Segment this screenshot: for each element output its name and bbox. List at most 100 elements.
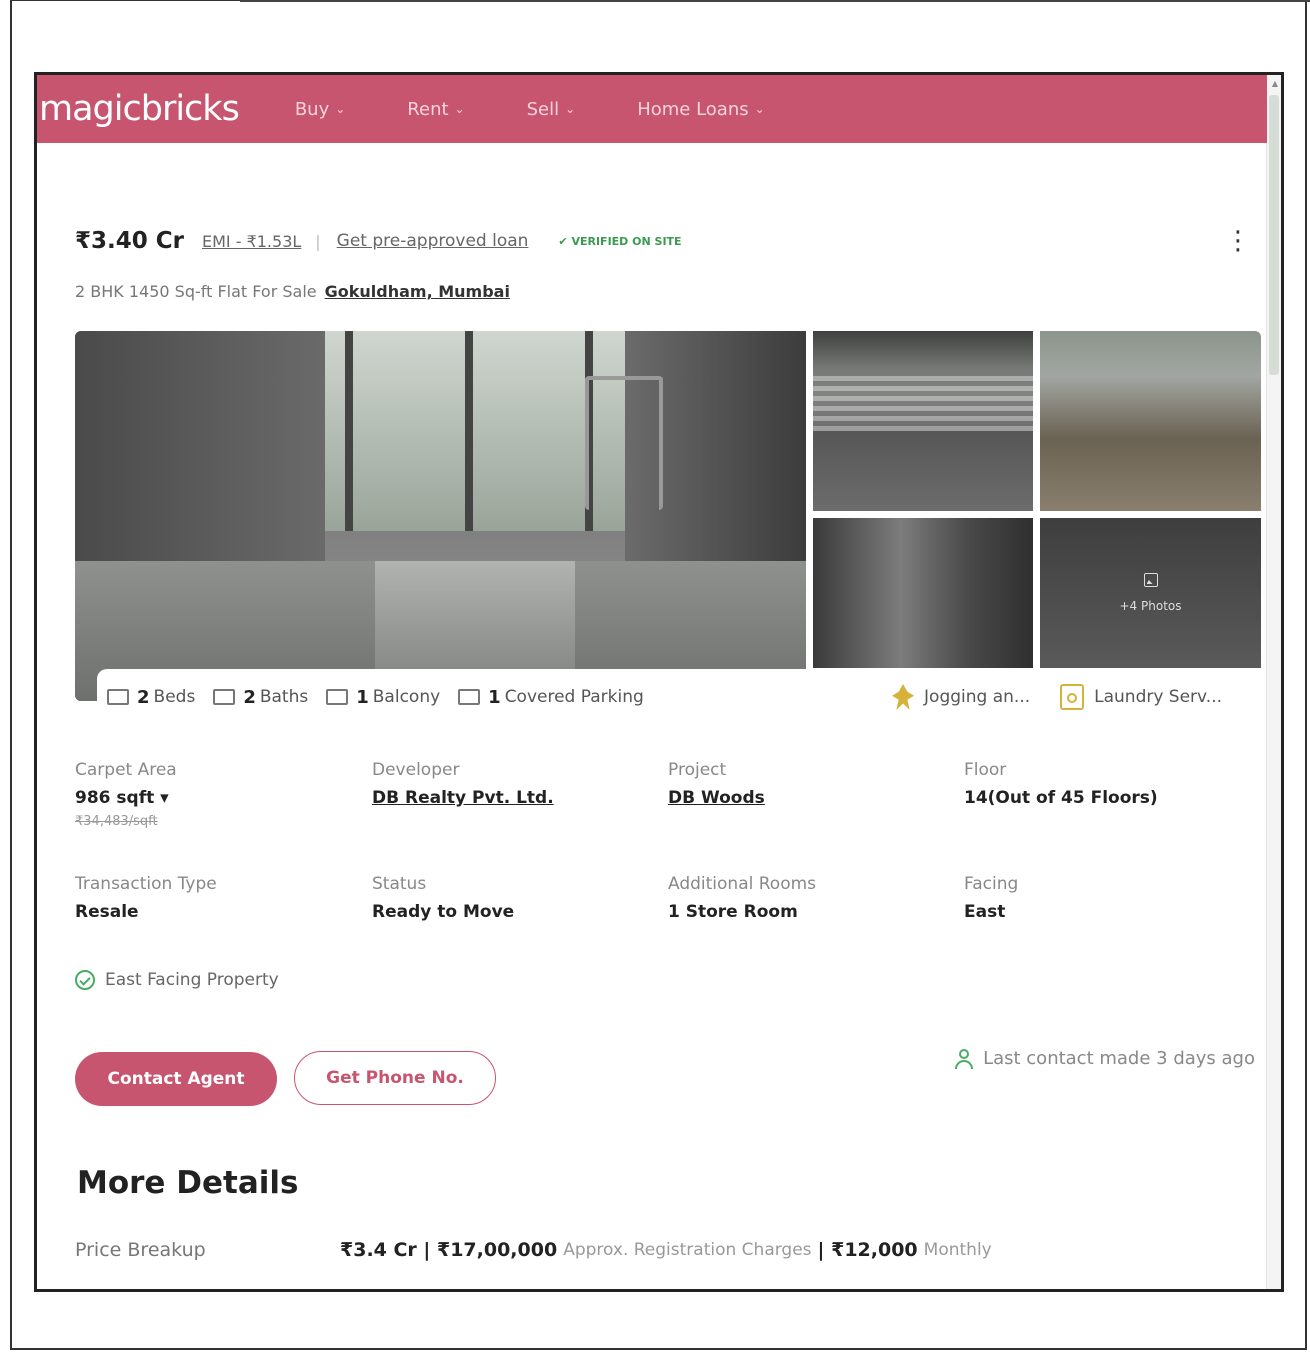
nav-buy[interactable]: Buy ⌄	[295, 99, 345, 120]
transaction-type: Transaction Type Resale	[75, 874, 365, 922]
thumbnail-photo-1[interactable]	[813, 331, 1033, 511]
parking-label: Covered Parking	[504, 687, 644, 707]
window-bar	[465, 331, 473, 531]
parking-count: 1	[488, 686, 501, 708]
price-breakup-label: Price Breakup	[75, 1239, 206, 1261]
project-label: Project	[668, 760, 727, 780]
floor: Floor 14(Out of 45 Floors)	[964, 760, 1254, 808]
thumbnail-photo-2[interactable]	[1040, 331, 1261, 511]
laundry-amenity[interactable]: Laundry Serv...	[1060, 684, 1222, 710]
chevron-down-icon: ⌄	[335, 102, 346, 116]
location-link[interactable]: Gokuldham, Mumbai	[325, 282, 510, 301]
breakup-price: ₹3.4 Cr	[340, 1239, 417, 1261]
caret-down-icon: ▾	[160, 788, 169, 808]
developer: Developer DB Realty Pvt. Ltd.	[372, 760, 662, 808]
breakup-separator: |	[416, 1239, 437, 1261]
project: Project DB Woods	[668, 760, 958, 808]
breakup-monthly-amount: ₹12,000	[831, 1239, 918, 1261]
price-row: ₹3.40 Cr EMI - ₹1.53L | Get pre-approved…	[75, 225, 1265, 257]
jogging-label: Jogging an...	[924, 687, 1031, 707]
price-per-sqft: ₹34,483/sqft	[75, 814, 158, 829]
balcony-count: 1	[356, 686, 369, 708]
verified-badge: ✔ VERIFIED ON SITE	[558, 235, 681, 248]
carpet-area: Carpet Area 986 sqft ▾ ₹34,483/sqft	[75, 760, 365, 829]
laundry-icon	[1060, 684, 1085, 710]
listing-price: ₹3.40 Cr	[75, 228, 184, 254]
parking-info: 1 Covered Parking	[458, 687, 644, 708]
nav-home-loans[interactable]: Home Loans ⌄	[637, 99, 764, 120]
balcony-info: 1 Balcony	[326, 687, 440, 708]
beds-count: 2	[137, 686, 150, 708]
developer-link[interactable]: DB Realty Pvt. Ltd.	[372, 788, 662, 808]
site-logo[interactable]: magicbricks	[39, 89, 240, 129]
contact-agent-button[interactable]: Contact Agent	[75, 1052, 277, 1106]
carpet-area-text: 986 sqft	[75, 788, 155, 808]
additional-rooms-value: 1 Store Room	[668, 902, 798, 922]
status-value: Ready to Move	[372, 902, 515, 922]
additional-rooms: Additional Rooms 1 Store Room	[668, 874, 958, 922]
car-icon	[458, 689, 481, 705]
top-divider	[240, 0, 1310, 2]
chevron-down-icon: ⌄	[565, 102, 576, 116]
scroll-up-icon[interactable]: ▲	[1272, 79, 1278, 88]
more-details-heading: More Details	[77, 1165, 299, 1201]
beds-info: 2 Beds	[107, 687, 195, 708]
amenity-highlights: Jogging an... Laundry Serv...	[892, 669, 1222, 725]
bed-icon	[107, 689, 129, 705]
thumbnail-photo-3[interactable]	[813, 518, 1033, 668]
photo-window-blinds	[813, 371, 1033, 431]
balcony-label: Balcony	[372, 687, 441, 707]
jogging-amenity[interactable]: Jogging an...	[892, 684, 1030, 710]
beds-label: Beds	[153, 687, 196, 707]
last-contact-text: Last contact made 3 days ago	[983, 1048, 1255, 1069]
additional-rooms-label: Additional Rooms	[668, 874, 817, 894]
window-bar	[345, 331, 353, 531]
photo-window	[325, 331, 625, 531]
amenity-bar: 2 Beds 2 Baths 1 Balcony 1 Covered Parking J…	[97, 669, 1240, 725]
image-icon	[1143, 573, 1158, 587]
nav-buy-label: Buy	[294, 98, 330, 120]
east-facing-tag: East Facing Property	[75, 970, 279, 990]
more-photos-tile[interactable]: +4 Photos	[1040, 518, 1261, 668]
scroll-thumb[interactable]	[1269, 95, 1279, 375]
photo-chair	[585, 376, 663, 510]
chevron-down-icon: ⌄	[454, 102, 465, 116]
check-icon: ✔	[558, 234, 572, 248]
facing-value: East	[964, 902, 1006, 922]
nav-sell-label: Sell	[526, 98, 560, 120]
laundry-label: Laundry Serv...	[1094, 687, 1222, 707]
nav-home-loans-label: Home Loans	[637, 98, 749, 120]
balcony-icon	[326, 689, 349, 705]
nav-sell[interactable]: Sell ⌄	[527, 99, 576, 120]
breakup-monthly-note: Monthly	[923, 1240, 992, 1260]
more-options-icon[interactable]: ⋮	[1225, 225, 1251, 257]
photo-gallery: +4 Photos	[75, 331, 1261, 701]
nav-rent[interactable]: Rent ⌄	[407, 99, 464, 120]
vertical-scrollbar[interactable]: ▲	[1266, 75, 1281, 1289]
main-photo[interactable]	[75, 331, 806, 701]
carpet-area-label: Carpet Area	[75, 760, 177, 780]
user-icon	[955, 1048, 974, 1069]
separator: |	[315, 231, 321, 251]
listing-subtitle: 2 BHK 1450 Sq-ft Flat For Sale Gokuldham,…	[75, 282, 510, 301]
chevron-down-icon: ⌄	[754, 102, 765, 116]
status: Status Ready to Move	[372, 874, 662, 922]
transaction-type-value: Resale	[75, 902, 139, 922]
carpet-area-value[interactable]: 986 sqft ▾	[75, 788, 365, 808]
nav-rent-label: Rent	[407, 98, 449, 120]
top-navbar: magicbricks Buy ⌄ Rent ⌄ Sell ⌄ Home Loans ⌄	[37, 75, 1267, 143]
status-label: Status	[372, 874, 427, 894]
east-facing-label: East Facing Property	[105, 970, 279, 990]
floor-label: Floor	[964, 760, 1007, 780]
project-link[interactable]: DB Woods	[668, 788, 958, 808]
baths-label: Baths	[259, 687, 309, 707]
transaction-type-label: Transaction Type	[75, 874, 217, 894]
get-phone-button[interactable]: Get Phone No.	[294, 1051, 496, 1105]
last-contact-info: Last contact made 3 days ago	[955, 1048, 1255, 1069]
listing-description: 2 BHK 1450 Sq-ft Flat For Sale	[75, 282, 317, 301]
floor-value: 14(Out of 45 Floors)	[964, 788, 1158, 808]
breakup-registration-amount: ₹17,00,000	[436, 1239, 558, 1261]
pre-approved-loan-link[interactable]: Get pre-approved loan	[337, 231, 529, 251]
facing: Facing East	[964, 874, 1254, 922]
emi-link[interactable]: EMI - ₹1.53L	[202, 232, 301, 251]
